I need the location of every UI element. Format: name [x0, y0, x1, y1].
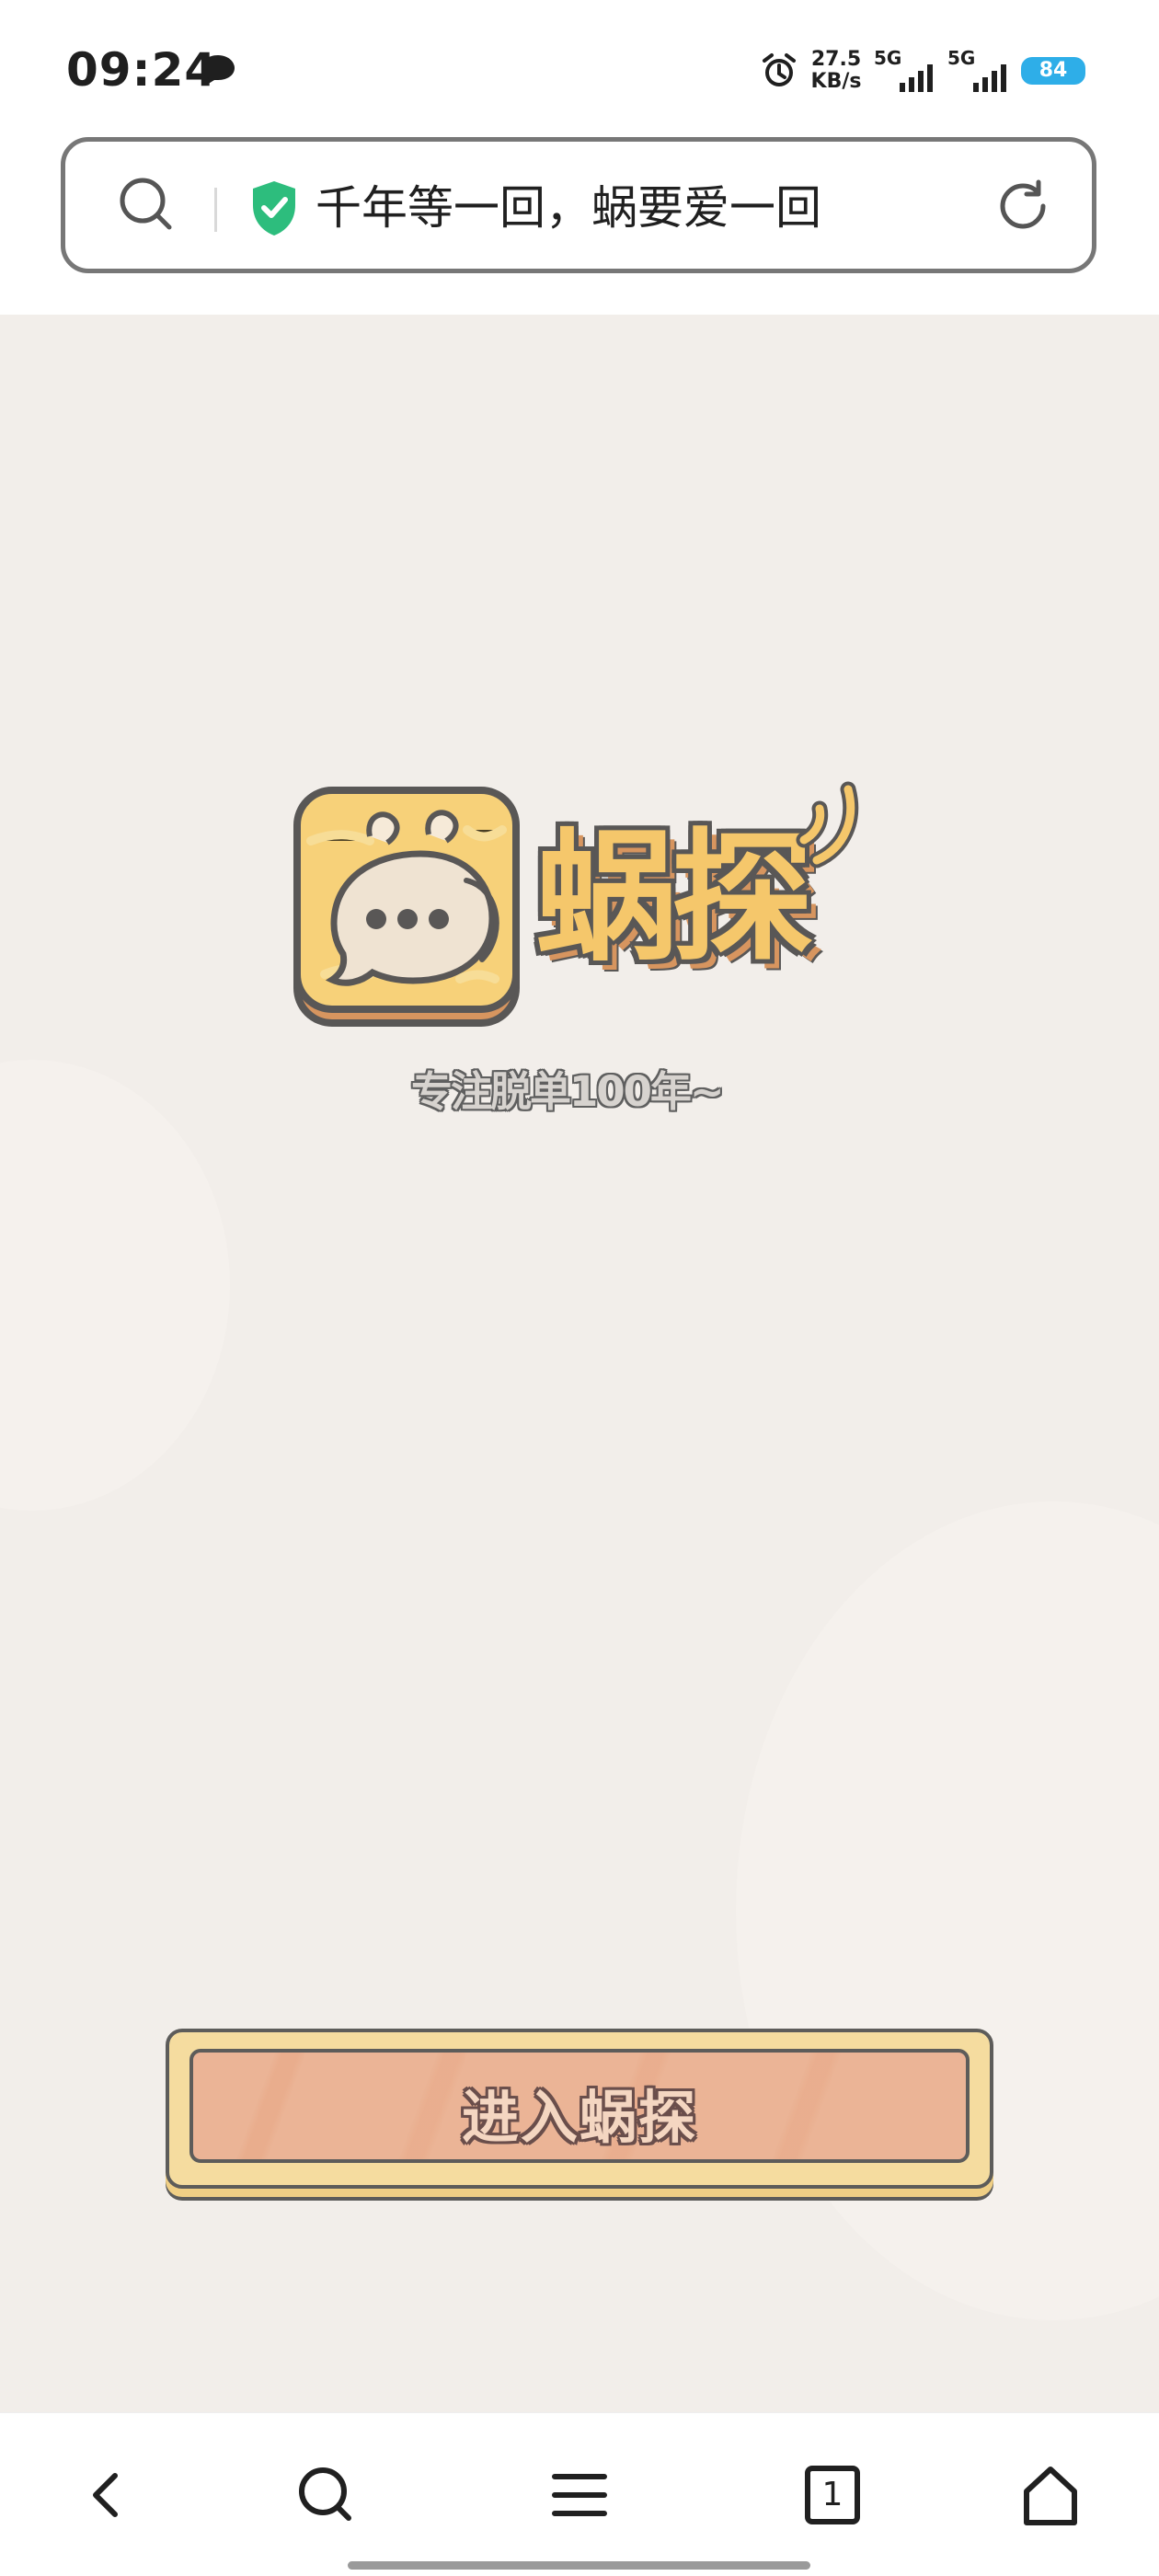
network-speed-unit: KB/s	[810, 70, 862, 93]
address-bar[interactable]: 千年等一回，蜗要爱一回	[61, 137, 1096, 273]
app-logo-title: 蜗探	[535, 816, 813, 981]
tabs-button[interactable]: 1	[791, 2454, 874, 2536]
chat-bubble-icon	[201, 55, 235, 85]
background-circle	[0, 1060, 230, 1511]
network-speed-value: 27.5	[810, 48, 862, 71]
address-divider	[214, 188, 217, 232]
back-chevron-icon[interactable]	[75, 2463, 140, 2527]
background-circle	[736, 1501, 1159, 2320]
network-speed: 27.5 KB/s	[808, 46, 865, 96]
signal-one: 5G	[874, 46, 938, 96]
refresh-icon[interactable]	[993, 177, 1052, 236]
home-indicator	[348, 2561, 810, 2570]
signal-icon	[973, 64, 1006, 92]
alarm-clock-icon	[763, 53, 796, 86]
bottom-navigation: 1	[0, 2412, 1159, 2576]
enter-button-label[interactable]: 进入蜗探	[193, 2084, 966, 2152]
signal-two: 5G	[947, 46, 1012, 96]
enter-app-button[interactable]: 进入蜗探	[166, 2029, 993, 2189]
tab-count[interactable]: 1	[822, 2478, 843, 2512]
web-content: 蜗探 专注脱单100年~ 进入蜗探	[0, 315, 1159, 2412]
status-indicators: 27.5 KB/s 5G 5G 84	[760, 44, 1085, 98]
signal-waves-icon	[796, 781, 859, 868]
search-button[interactable]	[284, 2454, 367, 2536]
status-bar: 09:24 27.5 KB/s 5G 5G 84	[0, 0, 1159, 138]
snail-logo-icon	[293, 787, 520, 1027]
battery-icon: 84	[1021, 57, 1085, 85]
search-icon[interactable]	[293, 2463, 358, 2527]
security-shield-icon	[253, 181, 295, 236]
enter-button-face[interactable]: 进入蜗探	[189, 2049, 970, 2163]
page-title[interactable]: 千年等一回，蜗要爱一回	[316, 178, 821, 238]
home-icon[interactable]	[1018, 2463, 1083, 2527]
menu-button[interactable]	[538, 2454, 621, 2536]
signal-icon	[900, 64, 933, 92]
menu-icon[interactable]	[547, 2463, 612, 2527]
app-slogan: 专注脱单100年~	[411, 1067, 725, 1116]
search-icon[interactable]	[116, 174, 177, 235]
browser-page: 09:24 27.5 KB/s 5G 5G 84 千年等一回，蜗要爱一回 蜗探 …	[0, 0, 1159, 2576]
back-button[interactable]	[66, 2454, 149, 2536]
status-time: 09:24	[66, 43, 218, 97]
home-button[interactable]	[1009, 2454, 1092, 2536]
